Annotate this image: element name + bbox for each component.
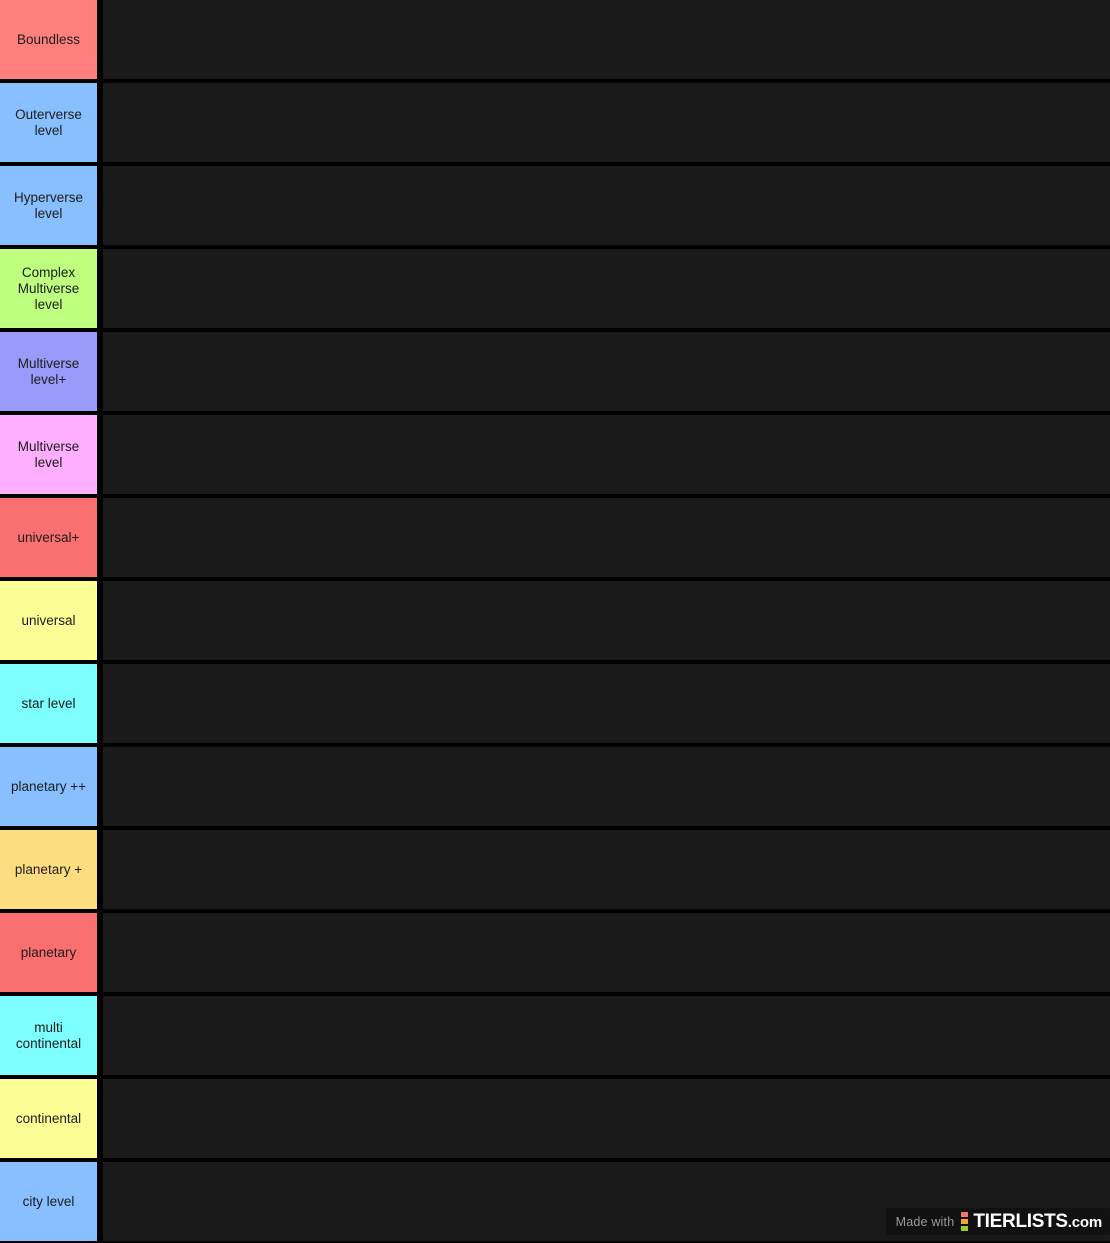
tierlists-logo-icon bbox=[961, 1212, 969, 1231]
tier-row: planetary bbox=[0, 913, 1110, 996]
tier-row: planetary ++ bbox=[0, 747, 1110, 830]
tier-row: universal+ bbox=[0, 498, 1110, 581]
logo-dot-1 bbox=[961, 1212, 969, 1217]
tier-label-multiverse-level[interactable]: Multiverse level bbox=[0, 415, 97, 494]
tier-row: Complex Multiverse level bbox=[0, 249, 1110, 332]
logo-dot-3 bbox=[961, 1226, 969, 1231]
tier-items-dropzone[interactable] bbox=[103, 830, 1110, 909]
tier-items-dropzone[interactable] bbox=[103, 747, 1110, 826]
tier-label-planetary[interactable]: planetary bbox=[0, 913, 97, 992]
tier-row: continental bbox=[0, 1079, 1110, 1162]
tier-items-dropzone[interactable] bbox=[103, 1079, 1110, 1158]
watermark-brand-name: TIERLISTS bbox=[973, 1210, 1068, 1232]
logo-dot-2 bbox=[961, 1219, 969, 1224]
tier-row: Boundless bbox=[0, 0, 1110, 83]
tier-label-hyperverse-level[interactable]: Hyperverse level bbox=[0, 166, 97, 245]
tier-items-dropzone[interactable] bbox=[103, 332, 1110, 411]
tier-row: Outerverse level bbox=[0, 83, 1110, 166]
tier-row: Multiverse level bbox=[0, 415, 1110, 498]
tier-items-dropzone[interactable] bbox=[103, 0, 1110, 79]
tier-items-dropzone[interactable] bbox=[103, 498, 1110, 577]
tier-label-planetary[interactable]: planetary ++ bbox=[0, 747, 97, 826]
watermark-brand-tld: .com bbox=[1067, 1213, 1102, 1231]
tier-items-dropzone[interactable] bbox=[103, 166, 1110, 245]
tier-label-universal[interactable]: universal+ bbox=[0, 498, 97, 577]
tier-items-dropzone[interactable] bbox=[103, 664, 1110, 743]
tier-items-dropzone[interactable] bbox=[103, 913, 1110, 992]
tier-items-dropzone[interactable] bbox=[103, 415, 1110, 494]
watermark-made-with-label: Made with bbox=[895, 1214, 955, 1229]
tier-label-city-level[interactable]: city level bbox=[0, 1162, 97, 1241]
tier-label-outerverse-level[interactable]: Outerverse level bbox=[0, 83, 97, 162]
tier-items-dropzone[interactable] bbox=[103, 581, 1110, 660]
tier-label-multi-continental[interactable]: multi continental bbox=[0, 996, 97, 1075]
tier-row: Hyperverse level bbox=[0, 166, 1110, 249]
tier-row: multi continental bbox=[0, 996, 1110, 1079]
tier-row: universal bbox=[0, 581, 1110, 664]
tier-items-dropzone[interactable] bbox=[103, 249, 1110, 328]
tier-row: planetary + bbox=[0, 830, 1110, 913]
tier-label-boundless[interactable]: Boundless bbox=[0, 0, 97, 79]
tier-label-continental[interactable]: continental bbox=[0, 1079, 97, 1158]
watermark-badge[interactable]: Made with TIERLISTS.com bbox=[885, 1208, 1110, 1235]
tier-label-planetary[interactable]: planetary + bbox=[0, 830, 97, 909]
tier-row: Multiverse level+ bbox=[0, 332, 1110, 415]
tier-list-container: Boundless Outerverse level Hyperverse leve… bbox=[0, 0, 1110, 1243]
tier-row: star level bbox=[0, 664, 1110, 747]
tier-items-dropzone[interactable] bbox=[103, 996, 1110, 1075]
tier-label-complex-multiverse-level[interactable]: Complex Multiverse level bbox=[0, 249, 97, 328]
tier-label-universal[interactable]: universal bbox=[0, 581, 97, 660]
tier-label-star-level[interactable]: star level bbox=[0, 664, 97, 743]
tier-items-dropzone[interactable] bbox=[103, 83, 1110, 162]
watermark-brand: TIERLISTS.com bbox=[973, 1211, 1102, 1233]
tier-label-multiverse-level[interactable]: Multiverse level+ bbox=[0, 332, 97, 411]
